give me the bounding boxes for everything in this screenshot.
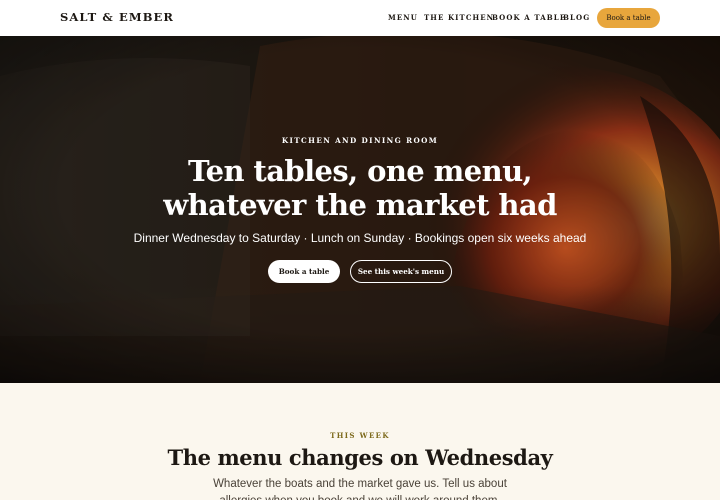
hero-eyebrow: KITCHEN AND DINING ROOM: [281, 136, 439, 145]
hero-section: KITCHEN AND DINING ROOM Ten tables, one …: [0, 36, 720, 383]
nav-item-blog[interactable]: BLOG: [563, 13, 590, 22]
this-week-section: THIS WEEK The menu changes on Wednesday …: [0, 383, 720, 500]
header-book-button[interactable]: Book a table: [597, 8, 660, 28]
hero-subtitle: Dinner Wednesday to Saturday · Lunch on …: [133, 231, 587, 245]
section-body: Whatever the boats and the market gave u…: [213, 478, 507, 500]
nav-item-menu[interactable]: MENU: [388, 13, 418, 22]
nav-item-the-kitchen[interactable]: THE KITCHEN: [424, 13, 494, 22]
hero-menu-button[interactable]: See this week's menu: [350, 260, 452, 283]
site-header: SALT & EMBER MENU THE KITCHEN BOOK A TAB…: [0, 0, 720, 36]
section-eyebrow: THIS WEEK: [330, 431, 390, 440]
nav-item-book-a-table[interactable]: BOOK A TABLE: [492, 13, 566, 22]
site-logo[interactable]: SALT & EMBER: [60, 10, 174, 24]
hero-book-button[interactable]: Book a table: [268, 260, 340, 283]
hero-title: Ten tables, one menu, whatever the marke…: [163, 154, 557, 222]
section-title: The menu changes on Wednesday: [167, 445, 553, 470]
